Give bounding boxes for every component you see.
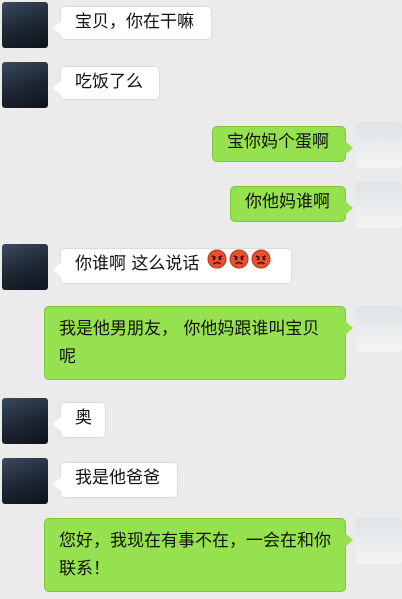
user-avatar[interactable] xyxy=(356,122,402,168)
bubble-tail xyxy=(53,21,61,35)
contact-avatar[interactable] xyxy=(2,398,48,444)
message-text: 吃饭了么 xyxy=(75,72,143,92)
bubble-tail xyxy=(53,417,61,431)
message-text: 我是他爸爸 xyxy=(75,468,160,488)
contact-avatar[interactable] xyxy=(2,62,48,108)
message-text: 宝贝，你在干嘛 xyxy=(75,12,194,32)
bubble-tail xyxy=(53,477,61,491)
message-text: 你他妈谁啊 xyxy=(245,192,330,212)
contact-avatar[interactable] xyxy=(2,244,48,290)
user-avatar[interactable] xyxy=(356,518,402,564)
user-avatar[interactable] xyxy=(356,306,402,352)
bubble-tail xyxy=(53,263,61,277)
bubble-tail xyxy=(345,533,353,547)
bubble-tail xyxy=(345,321,353,335)
incoming-message-bubble[interactable]: 宝贝，你在干嘛 xyxy=(53,6,212,40)
outgoing-message-bubble[interactable]: 你他妈谁啊 xyxy=(230,186,353,222)
message-text: 我是他男朋友， 你他妈跟谁叫宝贝呢 xyxy=(59,319,320,367)
outgoing-message-bubble[interactable]: 宝你妈个蛋啊 xyxy=(212,126,353,162)
angry-face-icon xyxy=(229,249,249,279)
message-text: 宝你妈个蛋啊 xyxy=(227,132,329,152)
angry-face-icon xyxy=(207,249,227,279)
message-text: 您好，我现在有事不在，一会在和你联系！ xyxy=(59,531,331,579)
incoming-message-bubble[interactable]: 吃饭了么 xyxy=(53,66,160,100)
bubble-tail xyxy=(53,81,61,95)
incoming-message-bubble[interactable]: 奥 xyxy=(53,402,106,438)
user-avatar[interactable] xyxy=(356,182,402,228)
incoming-message-bubble[interactable]: 你谁啊 这么说话 xyxy=(53,248,292,284)
contact-avatar[interactable] xyxy=(2,458,48,504)
angry-face-icon xyxy=(251,249,271,279)
bubble-tail xyxy=(345,201,353,215)
message-text: 你谁啊 这么说话 xyxy=(75,254,200,274)
contact-avatar[interactable] xyxy=(2,2,48,48)
outgoing-message-bubble[interactable]: 我是他男朋友， 你他妈跟谁叫宝贝呢 xyxy=(44,306,353,380)
outgoing-message-bubble[interactable]: 您好，我现在有事不在，一会在和你联系！ xyxy=(44,518,353,592)
incoming-message-bubble[interactable]: 我是他爸爸 xyxy=(53,462,178,498)
message-text: 奥 xyxy=(75,408,92,428)
bubble-tail xyxy=(345,141,353,155)
